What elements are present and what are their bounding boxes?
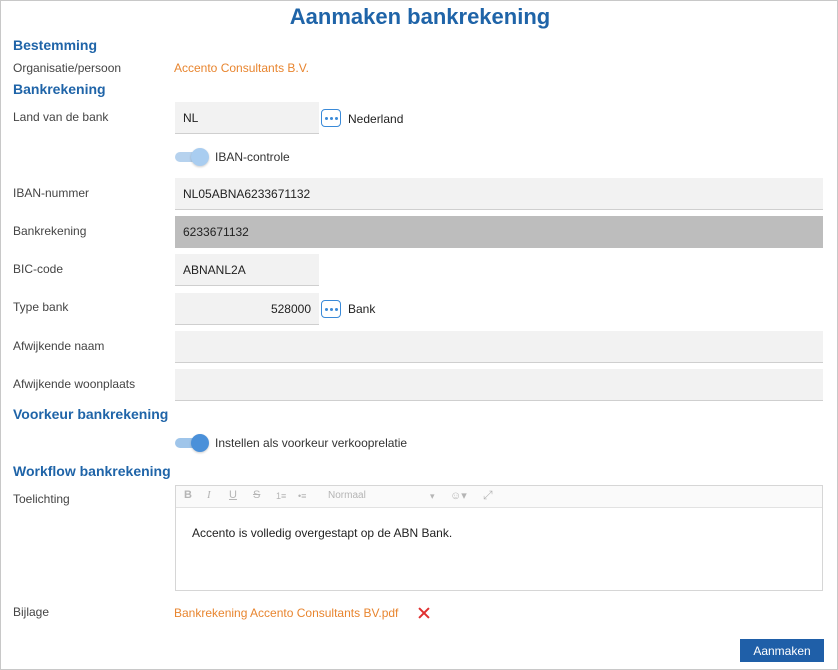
- bic-label: BIC-code: [13, 262, 64, 276]
- toelichting-label: Toelichting: [13, 492, 70, 506]
- section-workflow-heading: Workflow bankrekening: [13, 463, 171, 479]
- iban-check-toggle[interactable]: [175, 148, 209, 166]
- bankrekening-label: Bankrekening: [13, 224, 87, 238]
- italic-button[interactable]: I: [207, 489, 211, 501]
- section-voorkeur-heading: Voorkeur bankrekening: [13, 406, 169, 422]
- iban-input[interactable]: NL05ABNA6233671132: [175, 178, 823, 210]
- underline-button[interactable]: U: [229, 489, 237, 501]
- bijlage-label: Bijlage: [13, 605, 50, 619]
- bijlage-file-link[interactable]: Bankrekening Accento Consultants BV.pdf: [174, 606, 398, 620]
- organisatie-link[interactable]: Accento Consultants B.V.: [174, 61, 309, 75]
- voorkeur-label: Instellen als voorkeur verkooprelatie: [215, 436, 408, 450]
- strikethrough-button[interactable]: S: [253, 489, 260, 501]
- bic-input[interactable]: ABNANL2A: [175, 254, 319, 286]
- toelichting-editor[interactable]: B I U S 1≡ •≡ Normaal ▾ ☺▾ ⤢ Accento is …: [175, 485, 823, 591]
- iban-label: IBAN-nummer: [13, 186, 90, 200]
- type-bank-input[interactable]: 528000: [175, 293, 319, 325]
- afwijkende-naam-input[interactable]: [175, 331, 823, 363]
- ellipsis-icon: [324, 116, 328, 120]
- aanmaken-button[interactable]: Aanmaken: [740, 639, 824, 662]
- organisatie-label: Organisatie/persoon: [13, 61, 122, 75]
- chevron-down-icon: ▾: [430, 491, 435, 501]
- land-label: Land van de bank: [13, 110, 109, 124]
- type-bank-name: Bank: [348, 302, 376, 316]
- format-select[interactable]: Normaal: [328, 490, 366, 501]
- afwijkende-naam-label: Afwijkende naam: [13, 339, 105, 353]
- emoji-icon[interactable]: ☺▾: [450, 489, 467, 502]
- page-title: Aanmaken bankrekening: [289, 4, 551, 29]
- bankrekening-input: 6233671132: [175, 216, 823, 248]
- iban-check-label: IBAN-controle: [215, 150, 290, 164]
- section-bankrekening-heading: Bankrekening: [13, 81, 106, 97]
- type-bank-lookup-button[interactable]: [321, 300, 341, 318]
- land-lookup-button[interactable]: [321, 109, 341, 127]
- afwijkende-woonplaats-label: Afwijkende woonplaats: [13, 377, 136, 391]
- voorkeur-toggle[interactable]: [175, 434, 209, 452]
- ordered-list-icon[interactable]: 1≡: [276, 491, 286, 501]
- land-name: Nederland: [348, 112, 404, 126]
- editor-toolbar: B I U S 1≡ •≡ Normaal ▾ ☺▾ ⤢: [176, 486, 822, 508]
- afwijkende-woonplaats-input[interactable]: [175, 369, 823, 401]
- bullet-list-icon[interactable]: •≡: [298, 491, 306, 501]
- land-input[interactable]: NL: [175, 102, 319, 134]
- close-icon[interactable]: [417, 606, 431, 620]
- bold-button[interactable]: B: [184, 489, 192, 501]
- fullscreen-icon[interactable]: ⤢: [483, 488, 493, 503]
- dialog-window: Aanmaken bankrekening Bestemming Organis…: [0, 0, 838, 670]
- section-bestemming-heading: Bestemming: [13, 37, 98, 53]
- type-bank-label: Type bank: [13, 300, 69, 314]
- ellipsis-icon: [324, 307, 328, 311]
- toelichting-text[interactable]: Accento is volledig overgestapt op de AB…: [192, 526, 452, 540]
